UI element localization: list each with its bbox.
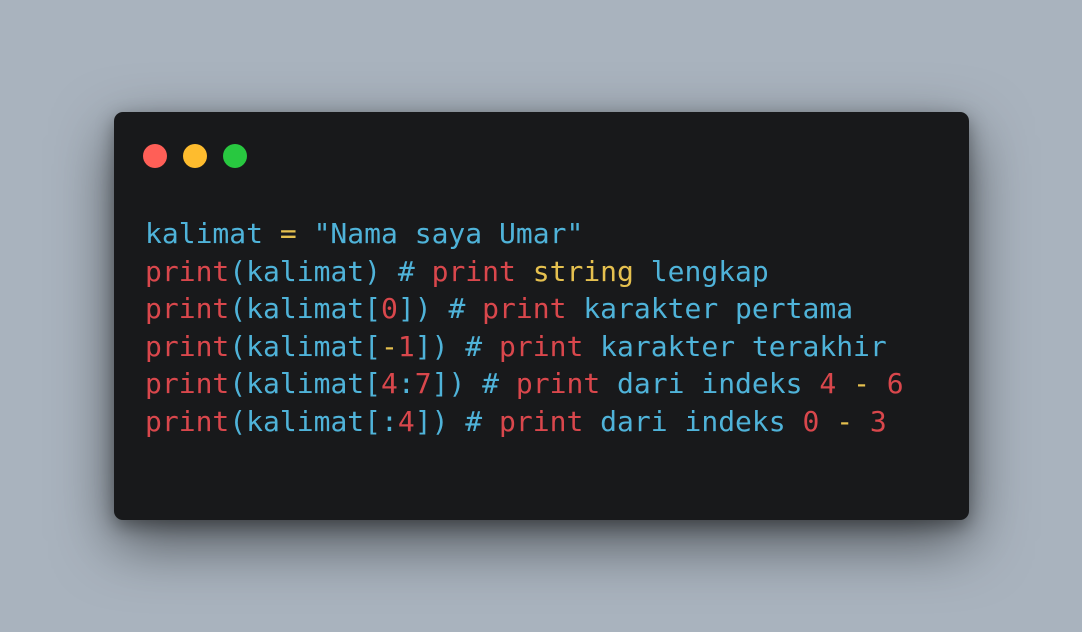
code-token: print [431, 254, 516, 288]
code-window: kalimat = "Nama saya Umar" print(kalimat)… [114, 112, 969, 520]
maximize-dot-icon[interactable] [223, 144, 247, 168]
code-token: (kalimat[ [229, 292, 382, 325]
code-token: 0 [381, 292, 398, 325]
code-token: print [482, 292, 567, 325]
code-line: print(kalimat[0]) # print karakter perta… [145, 290, 904, 328]
code-token: string [532, 254, 634, 288]
code-line: print(kalimat[-1]) # print karakter tera… [145, 328, 904, 366]
code-token: print [499, 404, 584, 438]
code-token: print [145, 329, 230, 363]
code-token: print [145, 404, 230, 438]
code-token: - [381, 329, 398, 363]
code-block: kalimat = "Nama saya Umar" print(kalimat)… [145, 215, 904, 440]
code-token: = [279, 217, 297, 250]
code-token: 7 [414, 367, 432, 400]
code-token: dari indeks [600, 367, 820, 400]
code-token: ]) # [414, 404, 500, 438]
code-token: ]) # [431, 367, 516, 400]
code-line: kalimat = "Nama saya Umar" [145, 215, 904, 253]
code-token: ]) # [397, 292, 483, 325]
close-dot-icon[interactable] [143, 144, 167, 168]
code-token: print [145, 367, 230, 400]
code-token: lengkap [633, 254, 769, 288]
code-token: ]) # [414, 329, 500, 363]
code-token: print [499, 329, 584, 363]
code-token: - [853, 367, 870, 400]
code-token: 3 [869, 404, 887, 438]
code-token: (kalimat[: [229, 404, 398, 438]
code-token: "Nama saya Umar" [296, 217, 584, 250]
code-line: print(kalimat[:4]) # print dari indeks 0… [145, 403, 904, 441]
code-token: (kalimat) # [229, 254, 432, 288]
code-token: - [836, 404, 854, 438]
code-token: kalimat [145, 217, 280, 250]
code-token: 0 [802, 404, 820, 438]
code-token: : [397, 367, 415, 400]
code-token: karakter terakhir [583, 329, 887, 363]
code-line: print(kalimat[4:7]) # print dari indeks … [145, 365, 904, 403]
code-token: (kalimat[ [229, 329, 382, 363]
code-line: print(kalimat) # print string lengkap [145, 253, 904, 291]
code-token: 4 [381, 367, 398, 400]
code-token: dari indeks [583, 404, 803, 438]
minimize-dot-icon[interactable] [183, 144, 207, 168]
code-token: 1 [397, 329, 415, 363]
code-token: 4 [397, 404, 415, 438]
code-token: karakter pertama [566, 292, 854, 325]
code-token: 4 [819, 367, 837, 400]
code-token: print [145, 292, 230, 325]
code-token: print [515, 367, 601, 400]
code-token: 6 [886, 367, 904, 400]
code-token: (kalimat[ [229, 367, 382, 400]
code-token: print [145, 254, 230, 288]
